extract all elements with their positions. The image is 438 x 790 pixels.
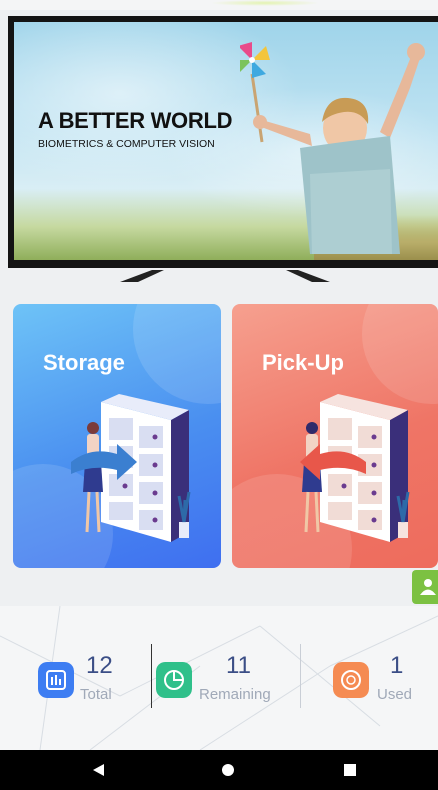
back-icon[interactable]	[68, 750, 128, 790]
pickup-card[interactable]: Pick-Up	[232, 304, 438, 568]
recents-icon[interactable]	[320, 750, 380, 790]
stat-remaining: 11 Remaining	[156, 652, 296, 712]
stat-total-value: 12	[86, 652, 113, 679]
stat-remaining-label: Remaining	[199, 686, 271, 703]
coin-icon	[333, 662, 369, 698]
stat-total: 12 Total	[38, 652, 138, 712]
stat-total-label: Total	[80, 686, 112, 703]
navigation-bar	[0, 750, 438, 790]
stats-panel: 12 Total 11 Remaining 1 Used	[0, 606, 438, 750]
home-icon[interactable]	[198, 750, 258, 790]
child-photo	[240, 42, 425, 254]
bar-chart-icon	[38, 662, 74, 698]
banner-subline: BIOMETRICS & COMPUTER VISION	[38, 138, 215, 150]
tv-stand-left	[120, 270, 164, 282]
tv-stand-right	[286, 270, 330, 282]
banner-headline: A BETTER WORLD	[38, 108, 233, 133]
stat-remaining-value: 11	[226, 652, 251, 679]
stat-used: 1 Used	[333, 652, 433, 712]
pickup-card-title: Pick-Up	[262, 350, 344, 375]
storage-card-title: Storage	[43, 350, 125, 375]
storage-card[interactable]: Storage	[13, 304, 221, 568]
contact-button[interactable]	[412, 570, 438, 604]
contact-icon	[420, 579, 436, 595]
pickup-illustration	[300, 394, 410, 542]
status-bar	[0, 0, 438, 10]
pie-chart-icon	[156, 662, 192, 698]
stat-used-label: Used	[377, 686, 413, 703]
divider	[300, 644, 301, 708]
storage-illustration	[71, 394, 191, 542]
divider	[151, 644, 152, 708]
stat-used-value: 1	[390, 652, 404, 679]
